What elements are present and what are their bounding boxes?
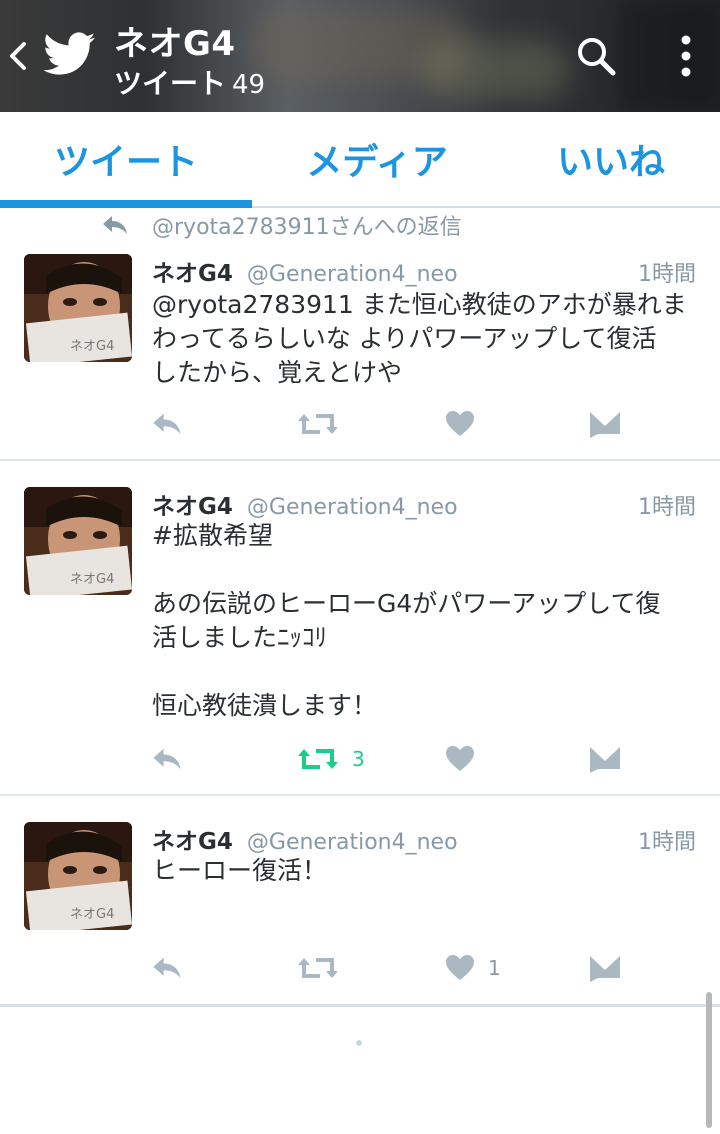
- scrollbar[interactable]: [706, 992, 712, 1128]
- tweet-actions: 3: [150, 741, 630, 777]
- tweet-author-name[interactable]: ネオG4: [152, 822, 233, 856]
- retweet-icon: [298, 414, 338, 434]
- tweet-count-label: ツイート 49: [114, 62, 265, 102]
- direct-message-button[interactable]: [590, 406, 620, 442]
- back-arrow-icon[interactable]: [6, 36, 32, 76]
- reply-icon: [153, 413, 181, 435]
- tweets-label: ツイート: [114, 67, 227, 100]
- tweet-header: ネオG4 @Generation4_neo: [152, 822, 458, 856]
- reply-button[interactable]: [150, 950, 184, 986]
- tweet-timestamp: 1時間: [638, 495, 696, 520]
- tab-likes[interactable]: いいね: [502, 112, 720, 206]
- retweet-button[interactable]: [298, 406, 352, 442]
- heart-icon: [446, 746, 474, 771]
- retweet-icon: [298, 958, 338, 978]
- tweet-timestamp: 1時間: [638, 262, 696, 287]
- reply-arrow-icon: [103, 216, 127, 234]
- like-button[interactable]: [446, 741, 488, 777]
- tweet-actions: 1: [150, 950, 630, 986]
- heart-icon: [446, 411, 474, 436]
- tweet-text: #拡散希望 あの伝説のヒーローG4がパワーアップして復 活しましたﾆｯｺﾘ 恒心…: [152, 521, 661, 720]
- profile-header: ネオG4 ツイート 49: [0, 0, 720, 112]
- heart-icon: [446, 955, 474, 980]
- more-vert-icon[interactable]: [672, 32, 700, 80]
- tab-media[interactable]: メディア: [252, 112, 502, 206]
- reply-button[interactable]: [150, 406, 184, 442]
- tweet-text: ヒーロー復活！: [152, 856, 328, 885]
- tweet-author-handle[interactable]: @Generation4_neo: [247, 495, 458, 520]
- reply-button[interactable]: [150, 741, 184, 777]
- twitter-bird-icon[interactable]: [43, 32, 96, 76]
- tweet-author-handle[interactable]: @Generation4_neo: [247, 262, 458, 287]
- tab-tweets[interactable]: ツイート: [0, 112, 252, 206]
- tweet-item[interactable]: ネオG4 ネオG4 @Generation4_neo 1時間 #拡散希望 あの伝…: [0, 461, 720, 795]
- retweet-icon: [298, 749, 338, 769]
- reply-icon: [153, 957, 181, 979]
- reply-context-text: @ryota2783911さんへの返信: [152, 215, 462, 240]
- tweet-actions: [150, 406, 630, 442]
- tweet-item[interactable]: ネオG4 ネオG4 @Generation4_neo 1時間 @ryota278…: [0, 244, 720, 460]
- envelope-icon: [590, 956, 620, 982]
- tweet-header: ネオG4 @Generation4_neo: [152, 487, 458, 521]
- reply-icon: [153, 748, 181, 770]
- header-background-shade: [620, 0, 720, 112]
- retweet-count: 3: [352, 747, 365, 771]
- header-background-highlight: [420, 40, 570, 100]
- avatar-sign-text: ネオG4: [70, 339, 114, 354]
- tweet-header: ネオG4 @Generation4_neo: [152, 254, 458, 288]
- avatar-sign-text: ネオG4: [70, 907, 114, 922]
- avatar[interactable]: ネオG4: [24, 487, 132, 595]
- tweet-author-handle[interactable]: @Generation4_neo: [247, 830, 458, 855]
- like-button[interactable]: [446, 406, 488, 442]
- loading-indicator: [356, 1040, 362, 1046]
- avatar[interactable]: ネオG4: [24, 254, 132, 362]
- reply-context[interactable]: @ryota2783911さんへの返信: [100, 208, 462, 242]
- avatar[interactable]: ネオG4: [24, 822, 132, 930]
- avatar-sign-text: ネオG4: [70, 572, 114, 587]
- retweet-button[interactable]: 3: [298, 741, 365, 777]
- tweet-item[interactable]: ネオG4 ネオG4 @Generation4_neo 1時間 ヒーロー復活！ 1: [0, 796, 720, 1006]
- envelope-icon: [590, 412, 620, 438]
- tweet-text: @ryota2783911 また恒心教徒のアホが暴れま わってるらしいな よりパ…: [152, 290, 687, 387]
- tweet-divider: [0, 1004, 720, 1007]
- tweet-author-name[interactable]: ネオG4: [152, 254, 233, 288]
- direct-message-button[interactable]: [590, 741, 620, 777]
- retweet-button[interactable]: [298, 950, 352, 986]
- tweet-timestamp: 1時間: [638, 830, 696, 855]
- search-icon[interactable]: [574, 34, 618, 78]
- like-button[interactable]: 1: [446, 950, 501, 986]
- direct-message-button[interactable]: [590, 950, 620, 986]
- envelope-icon: [590, 747, 620, 773]
- like-count: 1: [488, 956, 501, 980]
- profile-name: ネオG4: [114, 24, 236, 64]
- tweet-author-name[interactable]: ネオG4: [152, 487, 233, 521]
- active-tab-indicator: [0, 200, 252, 208]
- profile-tabs: ツイート メディア いいね: [0, 112, 720, 208]
- tweet-count: 49: [232, 70, 266, 100]
